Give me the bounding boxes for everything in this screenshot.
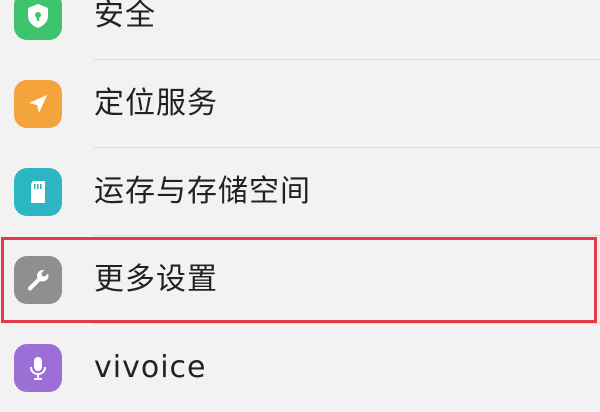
sd-card-icon	[14, 168, 62, 216]
settings-item-storage[interactable]: 运存与存储空间	[0, 148, 600, 236]
settings-item-label: 运存与存储空间	[94, 174, 311, 209]
settings-item-label: 定位服务	[94, 86, 218, 121]
settings-item-more-settings[interactable]: 更多设置	[0, 236, 600, 324]
settings-item-label: 更多设置	[94, 262, 218, 297]
shield-icon	[14, 0, 62, 40]
settings-list: 安全 定位服务 运存与存储空间 更多设置 vivoice	[0, 0, 600, 412]
settings-item-label: vivoice	[94, 350, 207, 385]
wrench-icon	[14, 256, 62, 304]
settings-item-label: 安全	[94, 0, 156, 33]
microphone-icon	[14, 344, 62, 392]
settings-item-vivoice[interactable]: vivoice	[0, 324, 600, 412]
settings-item-location[interactable]: 定位服务	[0, 60, 600, 148]
settings-item-security[interactable]: 安全	[0, 0, 600, 60]
location-arrow-icon	[14, 80, 62, 128]
